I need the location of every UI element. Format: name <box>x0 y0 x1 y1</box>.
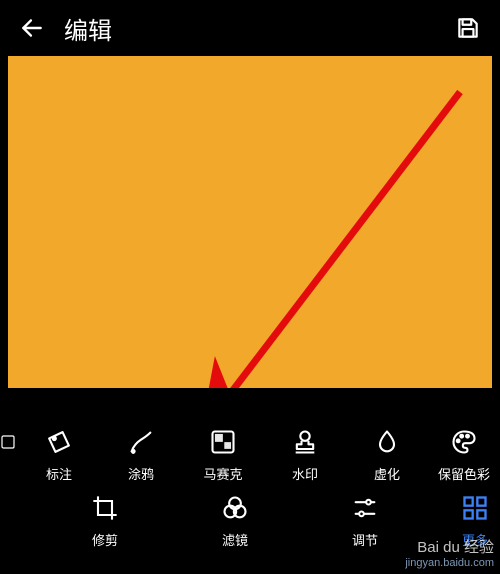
mosaic-icon <box>209 428 237 456</box>
annotation-arrow <box>8 56 492 388</box>
header-left: 编辑 <box>18 11 112 46</box>
tool-label: 虚化 <box>374 464 400 483</box>
crop-icon <box>91 494 119 522</box>
droplet-icon <box>373 428 401 456</box>
bottom-label: 滤镜 <box>222 530 248 549</box>
tool-item-blur[interactable]: 虚化 <box>346 428 428 483</box>
tool-item-watermark[interactable]: 水印 <box>264 428 346 483</box>
image-canvas[interactable] <box>8 56 492 388</box>
bottom-item-more[interactable]: 更多 <box>430 494 500 549</box>
bottom-label: 修剪 <box>92 530 118 549</box>
tool-label: 涂鸦 <box>128 464 154 483</box>
tool-label: 保留色彩 <box>438 464 490 483</box>
header: 编辑 <box>0 0 500 56</box>
brush-icon <box>127 428 155 456</box>
bottom-item-filter[interactable]: 滤镜 <box>170 494 300 549</box>
bottom-label: 更多 <box>462 530 488 549</box>
tool-strip: ​ 标注 涂鸦 马赛克 <box>0 388 500 488</box>
filter-icon <box>221 494 249 522</box>
palette-icon <box>450 428 478 456</box>
tool-label: 水印 <box>292 464 318 483</box>
back-icon[interactable] <box>18 14 46 42</box>
bottom-label: 调节 <box>352 530 378 549</box>
bottom-item-crop[interactable]: 修剪 <box>40 494 170 549</box>
tool-item-annotate[interactable]: 标注 <box>18 428 100 483</box>
tool-label: 马赛克 <box>203 464 242 483</box>
tool-item-retaincolor[interactable]: 保留色彩 <box>428 428 500 483</box>
tool-item-doodle[interactable]: 涂鸦 <box>100 428 182 483</box>
tool-item-truncated-left[interactable]: ​ <box>0 428 18 479</box>
bottom-item-adjust[interactable]: 调节 <box>300 494 430 549</box>
stamp-icon <box>291 428 319 456</box>
tool-item-mosaic[interactable]: 马赛克 <box>182 428 264 483</box>
tag-icon <box>45 428 73 456</box>
grid-icon <box>461 494 489 522</box>
page-title: 编辑 <box>64 11 112 46</box>
sliders-icon <box>351 494 379 522</box>
bottom-strip: 修剪 滤镜 调节 <box>0 488 500 574</box>
save-icon[interactable] <box>454 14 482 42</box>
tool-label: 标注 <box>46 464 72 483</box>
pen-icon <box>0 428 16 456</box>
